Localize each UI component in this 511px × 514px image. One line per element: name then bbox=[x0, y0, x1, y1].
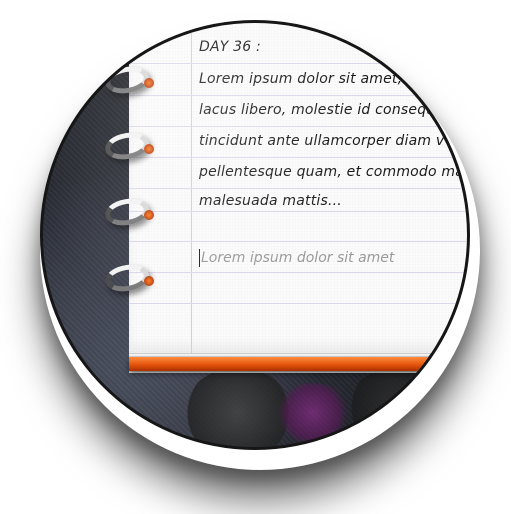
ruled-line bbox=[129, 95, 467, 96]
ruled-line bbox=[129, 211, 467, 212]
new-entry-input[interactable] bbox=[199, 246, 467, 270]
day-title: DAY 36 : bbox=[199, 39, 261, 55]
entry-line: lacus libero, molestie id consequ bbox=[199, 102, 436, 118]
notebook-page: DAY 36 : Lorem ipsum dolor sit amet, lac… bbox=[129, 23, 467, 353]
notebook-cover bbox=[129, 357, 467, 371]
ruled-line bbox=[129, 126, 467, 127]
entry-line: malesuada mattis... bbox=[199, 193, 342, 209]
ruled-line bbox=[129, 188, 467, 189]
entry-line: pellentesque quam, et commodo ma bbox=[199, 164, 465, 180]
ruled-line bbox=[129, 303, 467, 304]
ruled-line bbox=[129, 63, 467, 64]
entry-line: Lorem ipsum dolor sit amet, bbox=[199, 71, 403, 87]
spiral-hole bbox=[144, 276, 154, 286]
entry-line: tincidunt ante ullamcorper diam v bbox=[199, 133, 445, 149]
notebook-lens: DAY 36 : Lorem ipsum dolor sit amet, lac… bbox=[40, 20, 470, 450]
spiral-hole bbox=[144, 144, 154, 154]
ruled-line bbox=[129, 157, 467, 158]
desk-object bbox=[343, 368, 463, 447]
ruled-line bbox=[129, 241, 467, 242]
desk-object bbox=[273, 383, 353, 443]
ruled-line bbox=[129, 272, 467, 273]
text-cursor bbox=[199, 249, 200, 267]
spiral-hole bbox=[144, 78, 154, 88]
spiral-hole bbox=[144, 210, 154, 220]
